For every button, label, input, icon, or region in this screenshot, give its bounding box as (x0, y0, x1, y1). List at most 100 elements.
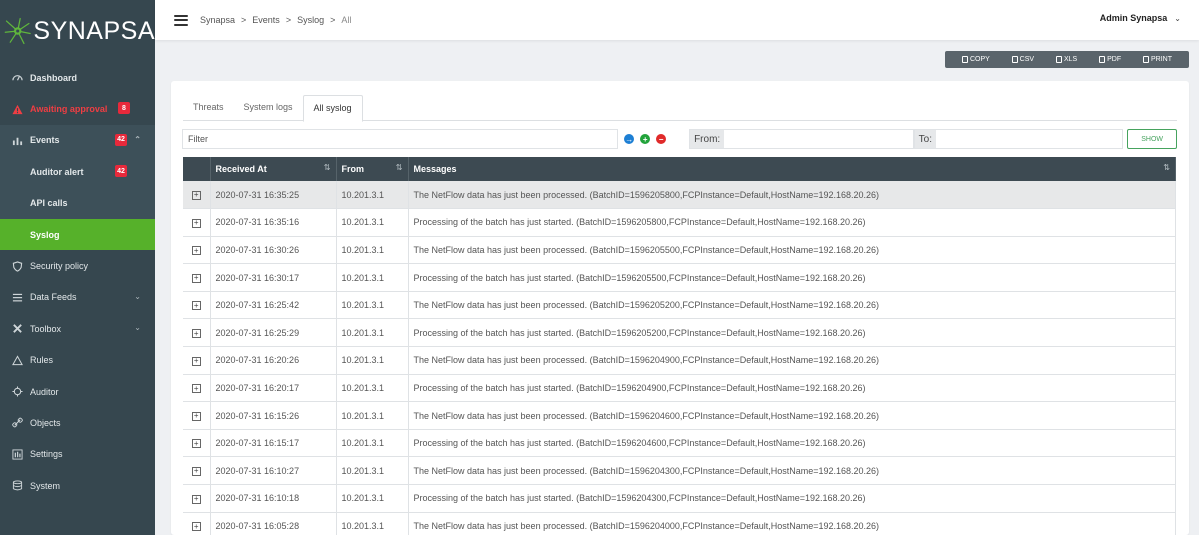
from-cell: 10.201.3.1 (336, 484, 409, 513)
message-cell: Processing of the batch has just started… (408, 263, 1176, 292)
from-cell: 10.201.3.1 (336, 263, 409, 292)
sidebar-item-settings[interactable]: Settings (0, 439, 155, 470)
expand-cell: + (183, 456, 211, 486)
copy-label: COPY (969, 56, 990, 63)
sort-icon[interactable]: ⇅ (1163, 163, 1170, 172)
breadcrumb-syslog[interactable]: Syslog (297, 15, 324, 25)
syslog-table: Received At ⇅ From ⇅ Messages ⇅ +2020-07-31… (183, 157, 1176, 535)
table-row[interactable]: +2020-07-31 16:35:16 10.201.3.1 Processing… (183, 208, 1176, 237)
sidebar-item-auditor[interactable]: Auditor (0, 376, 155, 407)
sidebar-item-dashboard[interactable]: Dashboard (0, 62, 155, 93)
table-row[interactable]: +2020-07-31 16:25:29 10.201.3.1 Processing… (183, 318, 1176, 348)
message-cell: The NetFlow data has just been processed… (408, 291, 1176, 320)
expand-cell: + (183, 429, 211, 458)
logo-mark-icon (4, 17, 31, 45)
to-date-field[interactable]: To: (913, 129, 1124, 149)
sidebar-item-awaiting-approval[interactable]: Awaiting approval 8 (0, 93, 155, 124)
expand-row-icon[interactable]: + (191, 190, 201, 200)
sidebar-item-system[interactable]: System (0, 470, 155, 501)
sidebar-item-auditor-alert[interactable]: Auditor alert 42 (0, 156, 155, 187)
expand-column-header (183, 157, 211, 181)
received-at-cell: 2020-07-31 16:30:26 (210, 236, 337, 265)
table-row[interactable]: +2020-07-31 16:30:17 10.201.3.1 Processing… (183, 263, 1176, 292)
table-row[interactable]: +2020-07-31 16:15:26 10.201.3.1 The NetFlo… (183, 401, 1176, 430)
copy-button[interactable]: COPY (961, 56, 990, 63)
expand-row-icon[interactable]: + (191, 356, 201, 366)
sort-icon[interactable]: ⇅ (396, 163, 403, 172)
awaiting-badge: 8 (118, 102, 130, 115)
remove-filter-icon[interactable]: − (656, 134, 667, 144)
from-date-field[interactable]: From: (689, 129, 914, 149)
table-row[interactable]: +2020-07-31 16:35:25 10.201.3.1 The NetFlo… (183, 181, 1176, 210)
file-icon (1011, 56, 1018, 63)
sidebar-item-security-policy[interactable]: Security policy (0, 250, 155, 281)
expand-row-icon[interactable]: + (191, 439, 201, 449)
filter-input[interactable]: Filter (182, 129, 619, 149)
pdf-label: PDF (1107, 56, 1122, 63)
message-cell: The NetFlow data has just been processed… (408, 401, 1176, 430)
column-header-received-at[interactable]: Received At ⇅ (210, 157, 337, 181)
user-menu[interactable]: Admin Synapsa ⌄ (1100, 13, 1181, 23)
sidebar-item-label: Auditor (30, 386, 59, 397)
breadcrumb-separator: > (241, 15, 247, 25)
message-cell: The NetFlow data has just been processed… (408, 346, 1176, 375)
column-header-from[interactable]: From ⇅ (336, 157, 409, 181)
tab-system-logs[interactable]: System logs (234, 95, 303, 121)
user-name: Admin Synapsa (1099, 13, 1168, 23)
expand-row-icon[interactable]: + (191, 273, 201, 283)
pdf-button[interactable]: PDF (1099, 56, 1121, 63)
print-button[interactable]: PRINT (1142, 56, 1172, 63)
xls-button[interactable]: XLS (1055, 56, 1077, 63)
table-row[interactable]: +2020-07-31 16:20:26 10.201.3.1 The NetFlo… (183, 346, 1176, 375)
column-header-messages[interactable]: Messages ⇅ (408, 157, 1176, 181)
breadcrumb-events[interactable]: Events (252, 15, 280, 25)
auditor-alert-badge: 42 (115, 165, 127, 178)
received-at-cell: 2020-07-31 16:10:27 (210, 456, 337, 486)
sidebar-item-api-calls[interactable]: API calls (0, 188, 155, 219)
expand-row-icon[interactable]: + (191, 246, 201, 256)
apply-filter-icon[interactable]: → (624, 134, 635, 144)
sidebar-item-data-feeds[interactable]: Data Feeds ⌄ (0, 282, 155, 313)
table-row[interactable]: +2020-07-31 16:10:18 10.201.3.1 Processing… (183, 484, 1176, 513)
from-cell: 10.201.3.1 (336, 318, 409, 348)
logo[interactable]: SYNAPSA (0, 0, 155, 62)
expand-row-icon[interactable]: + (191, 218, 201, 228)
table-row[interactable]: +2020-07-31 16:15:17 10.201.3.1 Processing… (183, 429, 1176, 458)
expand-row-icon[interactable]: + (191, 411, 201, 421)
message-cell: The NetFlow data has just been processed… (408, 236, 1176, 265)
add-filter-icon[interactable]: + (640, 134, 651, 144)
tab-all-syslog[interactable]: All syslog (302, 95, 363, 122)
sidebar-item-syslog[interactable]: Syslog (0, 218, 155, 251)
expand-row-icon[interactable]: + (191, 522, 201, 532)
csv-button[interactable]: CSV (1011, 56, 1035, 63)
csv-label: CSV (1019, 56, 1035, 63)
sidebar-item-events[interactable]: Events 42 ⌃ (0, 125, 155, 156)
message-cell: Processing of the batch has just started… (408, 374, 1176, 403)
chevron-up-icon: ⌃ (134, 134, 141, 144)
show-button[interactable]: SHOW (1127, 129, 1177, 149)
sidebar: SYNAPSA Dashboard Awaiting approval 8 Ev… (0, 0, 155, 535)
table-row[interactable]: +2020-07-31 16:20:17 10.201.3.1 Processing… (183, 374, 1176, 403)
expand-row-icon[interactable]: + (191, 329, 201, 339)
sidebar-item-toolbox[interactable]: Toolbox ⌄ (0, 313, 155, 344)
sort-icon[interactable]: ⇅ (324, 163, 331, 172)
expand-row-icon[interactable]: + (191, 466, 201, 476)
expand-row-icon[interactable]: + (191, 301, 201, 311)
table-row[interactable]: +2020-07-31 16:25:42 10.201.3.1 The NetFlo… (183, 291, 1176, 320)
breadcrumb-synapsa[interactable]: Synapsa (200, 15, 235, 25)
menu-icon[interactable] (174, 14, 188, 26)
topbar: Synapsa > Events > Syslog > All Admin Sy… (155, 0, 1199, 40)
expand-row-icon[interactable]: + (191, 384, 201, 394)
table-header-row: Received At ⇅ From ⇅ Messages ⇅ (183, 157, 1176, 181)
received-at-cell: 2020-07-31 16:15:26 (210, 401, 337, 430)
table-row[interactable]: +2020-07-31 16:10:27 10.201.3.1 The NetFlo… (183, 456, 1176, 486)
table-row[interactable]: +2020-07-31 16:30:26 10.201.3.1 The NetFlo… (183, 236, 1176, 265)
sidebar-item-rules[interactable]: Rules (0, 345, 155, 376)
expand-row-icon[interactable]: + (191, 494, 201, 504)
from-cell: 10.201.3.1 (336, 181, 409, 210)
column-label: From (341, 164, 365, 174)
tab-threats[interactable]: Threats (183, 95, 234, 121)
table-row[interactable]: +2020-07-31 16:05:28 10.201.3.1 The NetFlo… (183, 512, 1176, 535)
sidebar-item-objects[interactable]: Objects (0, 407, 155, 438)
from-cell: 10.201.3.1 (336, 512, 409, 535)
